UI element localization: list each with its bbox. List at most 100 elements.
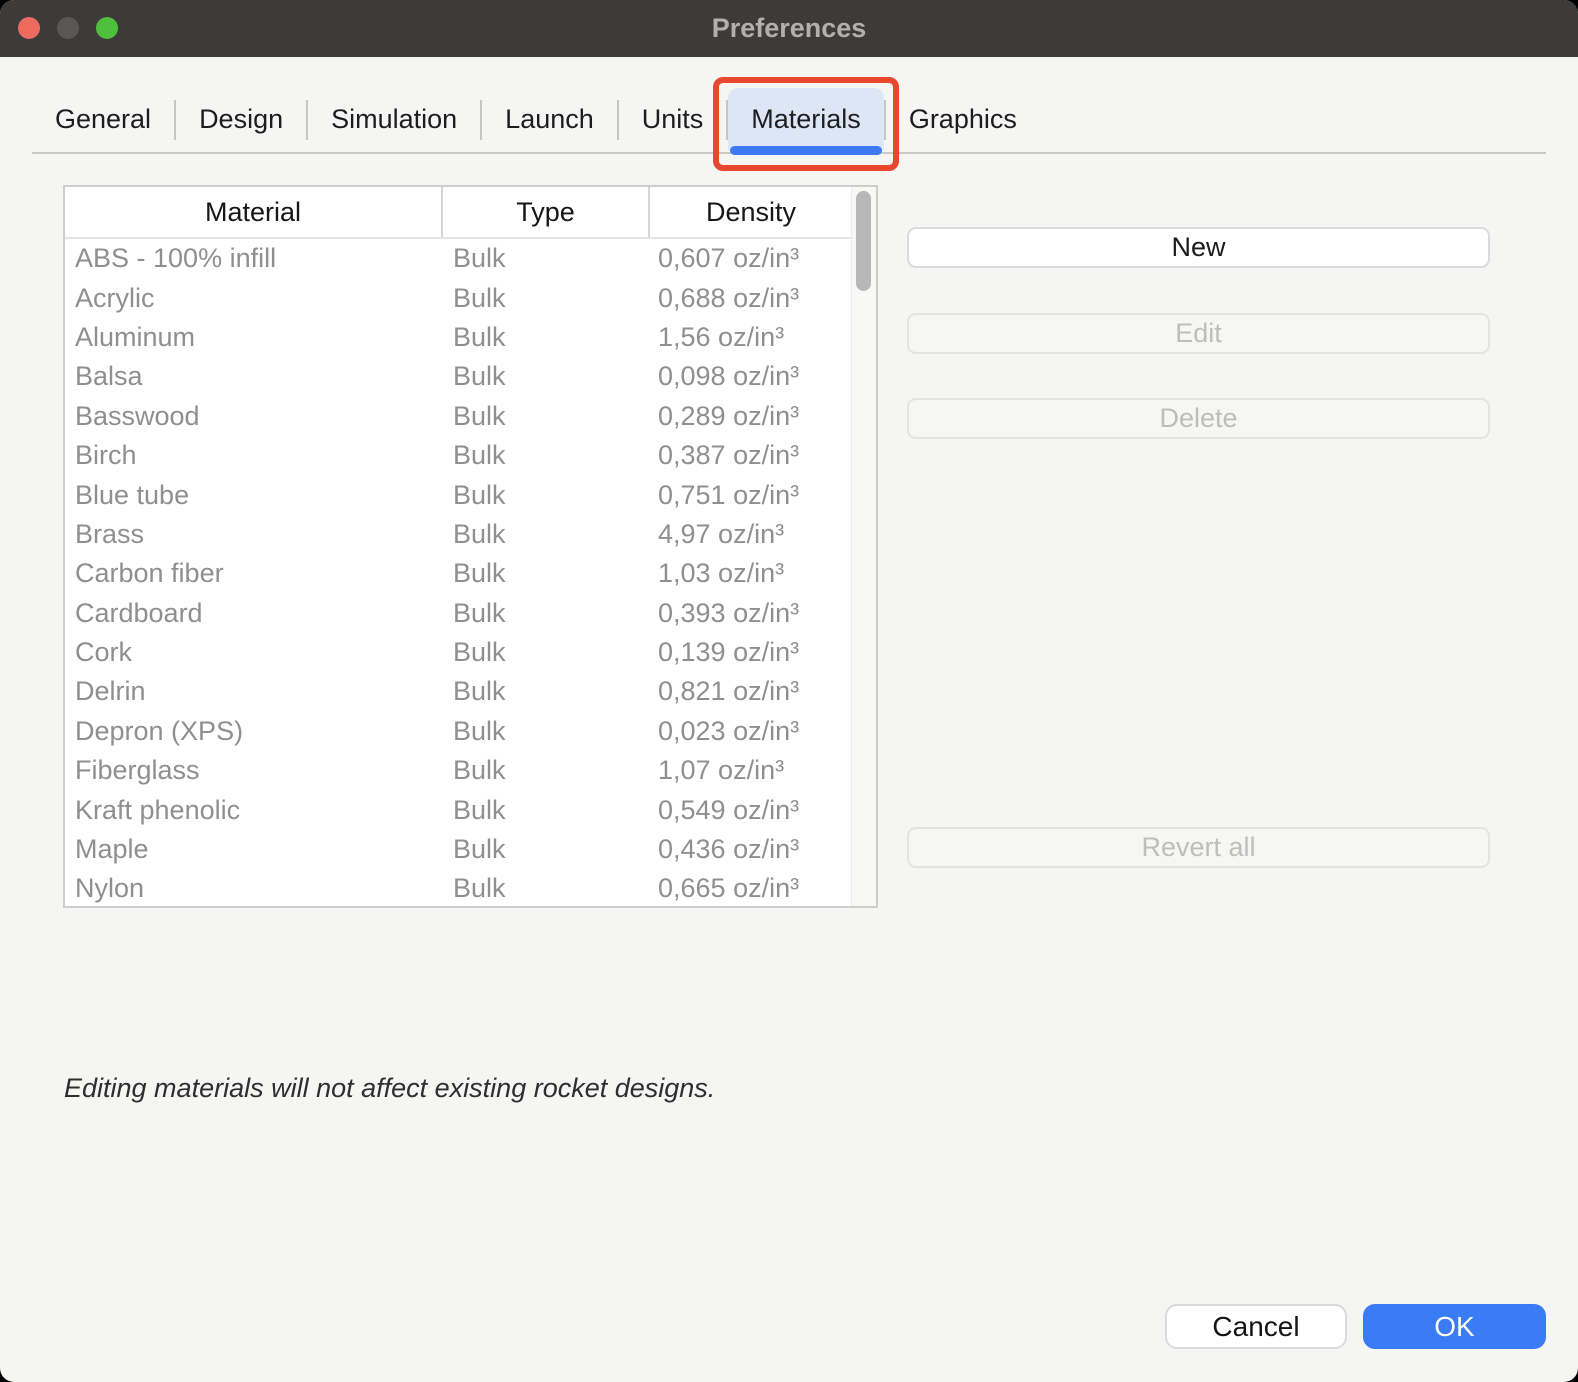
cell-material: Depron (XPS) bbox=[65, 716, 443, 747]
cell-density: 1,03 oz/in³ bbox=[650, 558, 852, 589]
cell-density: 0,098 oz/in³ bbox=[650, 361, 852, 392]
tab-label: Graphics bbox=[909, 104, 1017, 135]
edit-button[interactable]: Edit bbox=[907, 313, 1490, 354]
tab-general[interactable]: General bbox=[32, 88, 174, 150]
cell-material: Balsa bbox=[65, 361, 443, 392]
delete-button[interactable]: Delete bbox=[907, 398, 1490, 439]
table-row[interactable]: BalsaBulk0,098 oz/in³ bbox=[65, 357, 852, 396]
cell-material: Basswood bbox=[65, 401, 443, 432]
cell-density: 0,751 oz/in³ bbox=[650, 480, 852, 511]
column-header-material[interactable]: Material bbox=[65, 187, 443, 237]
cell-material: Maple bbox=[65, 834, 443, 865]
table-row[interactable]: ABS - 100% infillBulk0,607 oz/in³ bbox=[65, 239, 852, 278]
cell-type: Bulk bbox=[443, 519, 650, 550]
table-row[interactable]: BirchBulk0,387 oz/in³ bbox=[65, 436, 852, 475]
cell-density: 0,387 oz/in³ bbox=[650, 440, 852, 471]
cell-material: Kraft phenolic bbox=[65, 795, 443, 826]
cell-material: Delrin bbox=[65, 676, 443, 707]
cell-type: Bulk bbox=[443, 322, 650, 353]
window-title: Preferences bbox=[0, 0, 1578, 57]
cell-material: Blue tube bbox=[65, 480, 443, 511]
tab-units[interactable]: Units bbox=[619, 88, 727, 150]
new-button[interactable]: New bbox=[907, 227, 1490, 268]
cell-type: Bulk bbox=[443, 637, 650, 668]
table-row[interactable]: MapleBulk0,436 oz/in³ bbox=[65, 830, 852, 869]
cell-material: Nylon bbox=[65, 873, 443, 904]
cell-density: 1,56 oz/in³ bbox=[650, 322, 852, 353]
materials-table-body: ABS - 100% infillBulk0,607 oz/in³Acrylic… bbox=[65, 239, 852, 906]
cell-type: Bulk bbox=[443, 243, 650, 274]
preferences-window: Preferences General Design Simulation Launc… bbox=[0, 0, 1578, 1382]
table-row[interactable]: Carbon fiberBulk1,03 oz/in³ bbox=[65, 554, 852, 593]
tab-materials[interactable]: Materials bbox=[728, 88, 884, 150]
table-row[interactable]: NylonBulk0,665 oz/in³ bbox=[65, 869, 852, 908]
materials-table: Material Type Density ABS - 100% infillB… bbox=[63, 185, 878, 908]
cell-material: Cork bbox=[65, 637, 443, 668]
table-scrollbar-track[interactable] bbox=[851, 187, 876, 906]
table-row[interactable]: AcrylicBulk0,688 oz/in³ bbox=[65, 278, 852, 317]
cell-material: ABS - 100% infill bbox=[65, 243, 443, 274]
tab-launch[interactable]: Launch bbox=[482, 88, 617, 150]
table-row[interactable]: CardboardBulk0,393 oz/in³ bbox=[65, 594, 852, 633]
column-header-density[interactable]: Density bbox=[650, 187, 852, 237]
cell-material: Aluminum bbox=[65, 322, 443, 353]
title-bar: Preferences bbox=[0, 0, 1578, 57]
cell-material: Birch bbox=[65, 440, 443, 471]
tab-label: General bbox=[55, 104, 151, 135]
cell-type: Bulk bbox=[443, 676, 650, 707]
cell-density: 0,665 oz/in³ bbox=[650, 873, 852, 904]
revert-all-button[interactable]: Revert all bbox=[907, 827, 1490, 868]
table-row[interactable]: AluminumBulk1,56 oz/in³ bbox=[65, 318, 852, 357]
cell-density: 0,289 oz/in³ bbox=[650, 401, 852, 432]
cell-type: Bulk bbox=[443, 283, 650, 314]
cell-type: Bulk bbox=[443, 598, 650, 629]
cell-density: 0,139 oz/in³ bbox=[650, 637, 852, 668]
tab-design[interactable]: Design bbox=[176, 88, 306, 150]
ok-button[interactable]: OK bbox=[1363, 1304, 1546, 1349]
table-row[interactable]: Depron (XPS)Bulk0,023 oz/in³ bbox=[65, 712, 852, 751]
table-row[interactable]: BasswoodBulk0,289 oz/in³ bbox=[65, 397, 852, 436]
cell-material: Acrylic bbox=[65, 283, 443, 314]
table-scrollbar-thumb[interactable] bbox=[856, 191, 871, 291]
cell-density: 4,97 oz/in³ bbox=[650, 519, 852, 550]
table-row[interactable]: CorkBulk0,139 oz/in³ bbox=[65, 633, 852, 672]
table-row[interactable]: BrassBulk4,97 oz/in³ bbox=[65, 515, 852, 554]
cancel-button[interactable]: Cancel bbox=[1165, 1304, 1347, 1349]
table-row[interactable]: Blue tubeBulk0,751 oz/in³ bbox=[65, 475, 852, 514]
cell-type: Bulk bbox=[443, 795, 650, 826]
tab-label: Materials bbox=[751, 104, 861, 135]
cell-type: Bulk bbox=[443, 716, 650, 747]
cell-type: Bulk bbox=[443, 440, 650, 471]
materials-note: Editing materials will not affect existi… bbox=[64, 1073, 715, 1104]
cell-density: 0,607 oz/in³ bbox=[650, 243, 852, 274]
tab-simulation[interactable]: Simulation bbox=[308, 88, 480, 150]
cell-type: Bulk bbox=[443, 755, 650, 786]
column-header-type[interactable]: Type bbox=[443, 187, 650, 237]
tab-graphics[interactable]: Graphics bbox=[886, 88, 1040, 150]
active-tab-underline bbox=[730, 146, 882, 155]
tab-label: Design bbox=[199, 104, 283, 135]
tab-label: Simulation bbox=[331, 104, 457, 135]
cell-material: Carbon fiber bbox=[65, 558, 443, 589]
table-row[interactable]: DelrinBulk0,821 oz/in³ bbox=[65, 672, 852, 711]
cell-type: Bulk bbox=[443, 558, 650, 589]
tab-label: Units bbox=[642, 104, 704, 135]
cell-material: Fiberglass bbox=[65, 755, 443, 786]
cell-type: Bulk bbox=[443, 480, 650, 511]
tab-label: Launch bbox=[505, 104, 594, 135]
cell-type: Bulk bbox=[443, 873, 650, 904]
table-row[interactable]: Kraft phenolicBulk0,549 oz/in³ bbox=[65, 790, 852, 829]
cell-type: Bulk bbox=[443, 401, 650, 432]
cell-density: 1,07 oz/in³ bbox=[650, 755, 852, 786]
cell-density: 0,688 oz/in³ bbox=[650, 283, 852, 314]
table-header: Material Type Density bbox=[65, 187, 876, 239]
cell-material: Cardboard bbox=[65, 598, 443, 629]
cell-density: 0,393 oz/in³ bbox=[650, 598, 852, 629]
cell-type: Bulk bbox=[443, 361, 650, 392]
cell-material: Brass bbox=[65, 519, 443, 550]
cell-density: 0,549 oz/in³ bbox=[650, 795, 852, 826]
cell-density: 0,436 oz/in³ bbox=[650, 834, 852, 865]
table-row[interactable]: FiberglassBulk1,07 oz/in³ bbox=[65, 751, 852, 790]
cell-density: 0,023 oz/in³ bbox=[650, 716, 852, 747]
tab-bar: General Design Simulation Launch Units Materi… bbox=[32, 88, 1546, 154]
